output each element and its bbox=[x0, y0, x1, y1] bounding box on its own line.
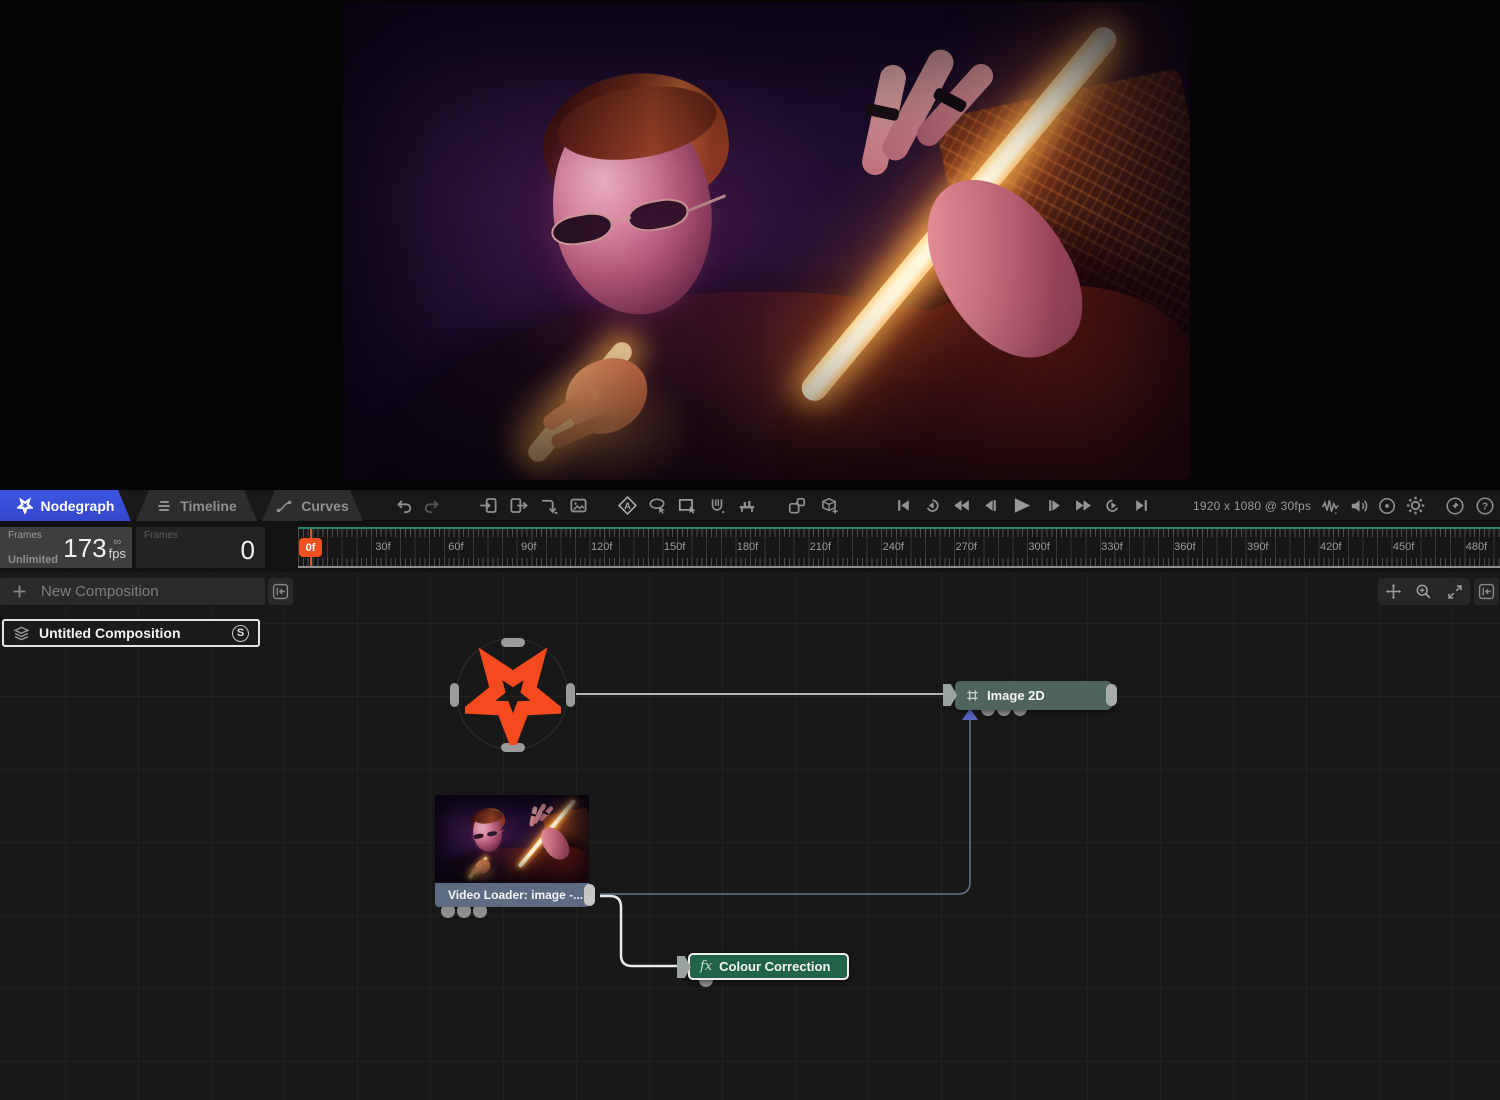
ruler-tick-label: 300f bbox=[1019, 541, 1059, 553]
tab-label: Timeline bbox=[180, 498, 237, 514]
image2d-node[interactable]: Image 2D bbox=[955, 681, 1112, 710]
ruler-tick-label: 240f bbox=[873, 541, 913, 553]
svg-text:?: ? bbox=[1482, 501, 1488, 512]
play-icon[interactable] bbox=[1006, 493, 1038, 519]
duplicate-instance-icon[interactable] bbox=[784, 493, 810, 519]
speaker-icon[interactable] bbox=[1346, 493, 1372, 519]
gear-icon[interactable] bbox=[1402, 493, 1428, 519]
workbench-icon[interactable] bbox=[734, 493, 760, 519]
frame-limit-label: Unlimited bbox=[8, 554, 58, 566]
ruler-tick-label: 330f bbox=[1092, 541, 1132, 553]
connector-right[interactable] bbox=[566, 683, 575, 707]
app-logo-icon bbox=[17, 497, 33, 514]
video-output-connector[interactable] bbox=[584, 884, 595, 906]
node-label: Colour Correction bbox=[719, 959, 830, 974]
auto-key-diamond-icon[interactable]: A bbox=[614, 493, 640, 519]
pin-icon[interactable] bbox=[1442, 493, 1468, 519]
app-logo-star-icon bbox=[465, 645, 561, 745]
ruler-ticks-bottom bbox=[298, 558, 1500, 566]
fps-unit: fps bbox=[109, 547, 126, 561]
ruler-tick-label: 180f bbox=[728, 541, 768, 553]
connector-left[interactable] bbox=[450, 683, 459, 707]
redo-icon[interactable] bbox=[420, 493, 446, 519]
svg-text:A: A bbox=[624, 501, 631, 511]
video-thumbnail bbox=[435, 795, 589, 883]
frame-icon bbox=[965, 688, 980, 703]
fill-region-icon[interactable] bbox=[704, 493, 730, 519]
play-loop-icon[interactable] bbox=[1099, 493, 1125, 519]
ruler-tick-label: 270f bbox=[946, 541, 986, 553]
curves-icon bbox=[276, 498, 293, 514]
colour-correction-node[interactable]: fx Colour Correction bbox=[688, 953, 849, 980]
undo-icon[interactable] bbox=[390, 493, 416, 519]
main-toolbar: Nodegraph Timeline Curves A bbox=[0, 490, 1500, 521]
timeline-ruler[interactable]: 0f 30f 60f 90f 120f 150f 180f 210f 240f 270f 300f… bbox=[298, 527, 1500, 568]
video-loader-title-bar[interactable]: Video Loader: image -... bbox=[435, 883, 589, 907]
export-icon[interactable] bbox=[505, 493, 531, 519]
image-icon[interactable] bbox=[565, 493, 591, 519]
node-label: Video Loader: image -... bbox=[448, 888, 583, 902]
video-preview-frame bbox=[343, 2, 1190, 480]
ruler-tick-label: 120f bbox=[582, 541, 622, 553]
tab-label: Curves bbox=[301, 498, 348, 514]
ruler-ticks-top bbox=[298, 529, 1500, 537]
image2d-output-connector[interactable] bbox=[1106, 684, 1117, 706]
add-package-icon[interactable] bbox=[816, 493, 842, 519]
ruler-tick-label: 30f bbox=[363, 541, 403, 553]
frame-rate-box[interactable]: Frames 173 ∞ fps Unlimited bbox=[0, 527, 132, 568]
play-backward-icon[interactable] bbox=[919, 493, 945, 519]
current-frame-value: 0 bbox=[241, 535, 255, 566]
waveform-icon[interactable] bbox=[1318, 493, 1344, 519]
fx-icon: fx bbox=[700, 959, 712, 974]
import-icon[interactable] bbox=[475, 493, 501, 519]
ruler-tick-label: 210f bbox=[800, 541, 840, 553]
ruler-tick-label: 450f bbox=[1384, 541, 1424, 553]
ruler-tick-label: 90f bbox=[509, 541, 549, 553]
image2d-input-connector[interactable] bbox=[943, 684, 957, 706]
rewind-icon[interactable] bbox=[948, 493, 974, 519]
ruler-tick-label: 60f bbox=[436, 541, 476, 553]
ruler-tick-label: 360f bbox=[1165, 541, 1205, 553]
output-root-node[interactable] bbox=[433, 615, 593, 775]
playhead-badge[interactable]: 0f bbox=[299, 538, 322, 557]
viewer-panel bbox=[0, 0, 1500, 490]
fps-value: 173 bbox=[63, 535, 106, 561]
tab-nodegraph[interactable]: Nodegraph bbox=[0, 490, 131, 521]
skip-to-start-icon[interactable] bbox=[890, 493, 916, 519]
node-label: Image 2D bbox=[987, 688, 1045, 703]
video-preview-image bbox=[343, 2, 1190, 480]
ruler-tick-label: 480f bbox=[1457, 541, 1497, 553]
record-icon[interactable] bbox=[1374, 493, 1400, 519]
step-back-icon[interactable] bbox=[977, 493, 1003, 519]
colour-input-connector[interactable] bbox=[677, 956, 691, 978]
ruler-tick-label: 420f bbox=[1311, 541, 1351, 553]
tab-timeline[interactable]: Timeline bbox=[136, 490, 257, 521]
timeline-icon bbox=[156, 498, 172, 514]
resolution-display: 1920 x 1080 @ 30fps bbox=[1188, 490, 1316, 521]
node-wires bbox=[0, 572, 1500, 1100]
marquee-select-icon[interactable] bbox=[674, 493, 700, 519]
timeline-bar: Frames 173 ∞ fps Unlimited Frames 0 0f 3… bbox=[0, 521, 1500, 572]
tab-label: Nodegraph bbox=[41, 498, 115, 514]
nodegraph-canvas[interactable]: New Composition Untitled Composition S bbox=[0, 572, 1500, 1100]
skip-to-end-icon[interactable] bbox=[1128, 493, 1154, 519]
ruler-tick-label: 390f bbox=[1238, 541, 1278, 553]
lasso-select-icon[interactable] bbox=[644, 493, 670, 519]
step-forward-icon[interactable] bbox=[1041, 493, 1067, 519]
ruler-tick-label: 150f bbox=[655, 541, 695, 553]
connector-elbow-icon[interactable] bbox=[535, 493, 561, 519]
tab-curves[interactable]: Curves bbox=[262, 490, 363, 521]
current-frame-box[interactable]: Frames 0 bbox=[136, 527, 265, 568]
help-icon[interactable]: ? bbox=[1472, 493, 1498, 519]
fast-forward-icon[interactable] bbox=[1070, 493, 1096, 519]
